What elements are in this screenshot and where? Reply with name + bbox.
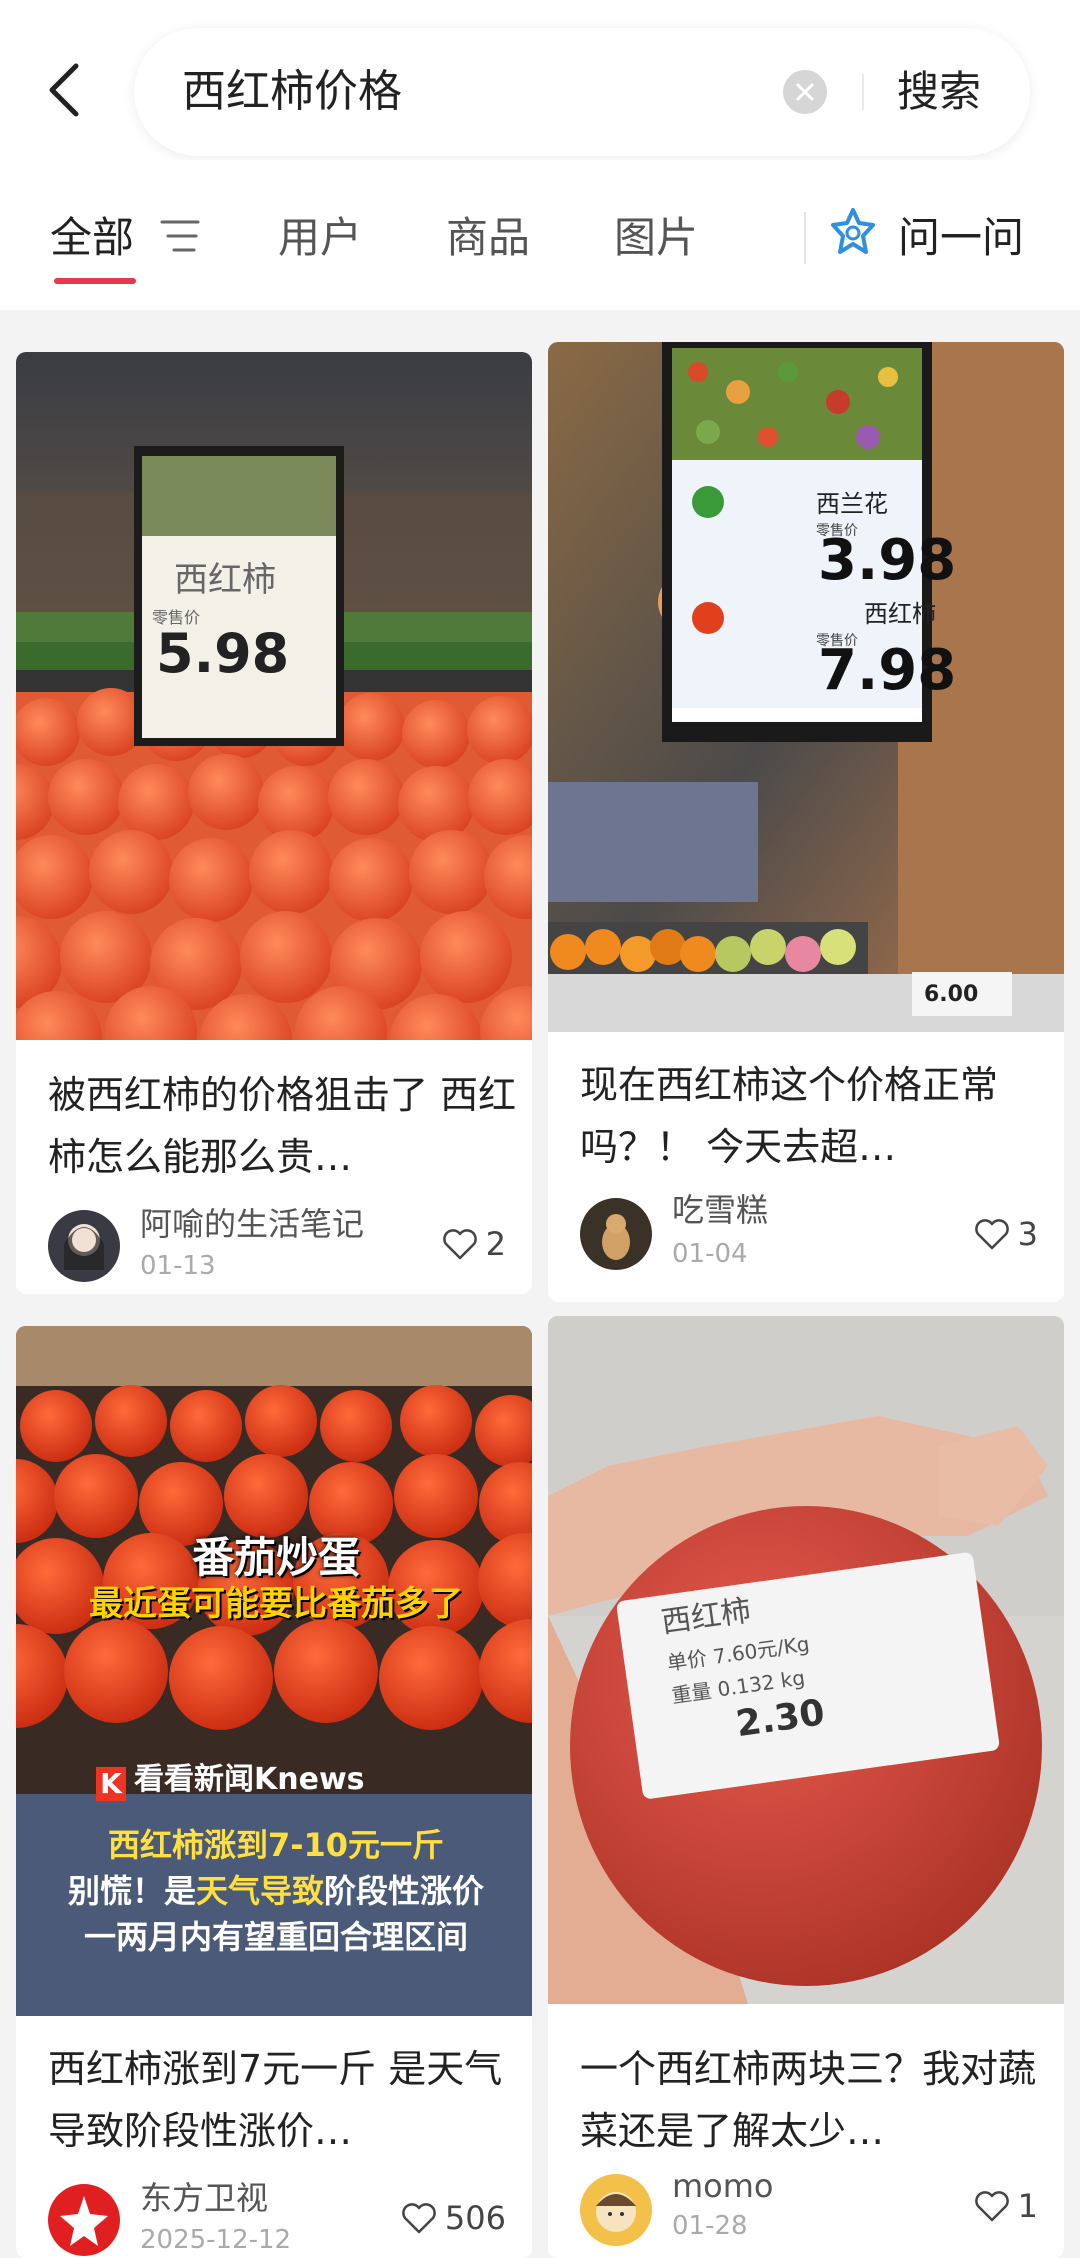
like-count: 1 xyxy=(1017,2187,1038,2225)
search-input[interactable]: 西红柿价格 搜索 xyxy=(134,28,1030,156)
heart-icon xyxy=(974,2191,1009,2222)
avatar[interactable] xyxy=(580,2174,652,2246)
search-query[interactable]: 西红柿价格 xyxy=(182,66,402,118)
filter-icon[interactable] xyxy=(160,218,200,254)
like-count: 506 xyxy=(444,2199,506,2237)
tab-users[interactable]: 用户 xyxy=(278,210,362,266)
note-cover-image[interactable]: 西红柿 零售价 5.98 xyxy=(16,352,532,1040)
note-cover-image[interactable]: 西红柿 单价 7.60元/Kg 重量 0.132 kg 2.30 xyxy=(548,1316,1064,2004)
sign-item-2: 西红柿 xyxy=(864,600,936,628)
heart-icon xyxy=(442,1229,477,1260)
note-title[interactable]: 一个西红柿两块三？我对蔬菜还是了解太少… xyxy=(580,2038,1050,2162)
note-cover-image[interactable]: 西兰花 零售价 3.98 西红柿 零售价 7.98 6.00 xyxy=(548,342,1064,1032)
like-button[interactable]: 3 xyxy=(974,1214,1038,1254)
chevron-left-icon xyxy=(49,63,79,117)
like-button[interactable]: 1 xyxy=(974,2186,1038,2226)
overlay-subheadline: 最近蛋可能要比番茄多了 xyxy=(89,1584,463,1624)
shelf-price-tag: 6.00 xyxy=(924,982,979,1007)
back-button[interactable] xyxy=(44,62,88,118)
overlay-line-1: 西红柿涨到7-10元一斤 xyxy=(107,1826,445,1864)
like-count: 2 xyxy=(485,1225,506,1263)
ask-ai-icon[interactable] xyxy=(828,206,878,260)
avatar[interactable] xyxy=(48,2184,120,2256)
sign-item-1: 西兰花 xyxy=(816,490,888,518)
post-date: 2025-12-12 xyxy=(140,2225,292,2255)
filter-tabs: 全部 用户 商品 图片 问一问 xyxy=(0,160,1080,310)
note-card[interactable]: 西兰花 零售价 3.98 西红柿 零售价 7.98 6.00 现在西红柿这个价格… xyxy=(548,342,1064,1302)
like-button[interactable]: 2 xyxy=(442,1224,506,1264)
post-date: 01-04 xyxy=(672,1239,748,1269)
sign-price-2: 7.98 xyxy=(818,638,957,703)
note-title[interactable]: 被西红柿的价格狙击了 西红柿怎么能那么贵… xyxy=(48,1064,518,1188)
news-brand-name: 看看新闻Knews xyxy=(134,1762,365,1797)
clear-search-button[interactable] xyxy=(783,70,827,114)
author-name[interactable]: 东方卫视 xyxy=(140,2178,268,2218)
price-label-sticker: 西红柿 单价 7.60元/Kg 重量 0.132 kg 2.30 xyxy=(658,1577,827,1753)
overlay-line-2: 别慌！是天气导致阶段性涨价 xyxy=(16,1866,532,1912)
note-card[interactable]: 番茄炒蛋 最近蛋可能要比番茄多了 K 看看新闻Knews 西红柿涨到7-10元一斤… xyxy=(16,1326,532,2258)
knews-logo-icon: K xyxy=(96,1767,126,1801)
note-card[interactable]: 西红柿 单价 7.60元/Kg 重量 0.132 kg 2.30 一个西红柿两块… xyxy=(548,1316,1064,2258)
avatar[interactable] xyxy=(580,1198,652,1270)
author-name[interactable]: 阿喻的生活笔记 xyxy=(140,1204,364,1244)
sign-product-name: 西红柿 xyxy=(174,560,276,600)
active-tab-indicator xyxy=(54,278,136,284)
tab-all[interactable]: 全部 xyxy=(50,210,134,266)
author-name[interactable]: 吃雪糕 xyxy=(672,1190,768,1230)
tab-products[interactable]: 商品 xyxy=(446,210,530,266)
tab-images[interactable]: 图片 xyxy=(614,210,698,266)
overlay-line-2c: 阶段性涨价 xyxy=(324,1872,485,1910)
note-title[interactable]: 现在西红柿这个价格正常吗？！ 今天去超… xyxy=(580,1054,1050,1178)
overlay-line-2a: 别慌！是 xyxy=(67,1872,196,1910)
like-button[interactable]: 506 xyxy=(401,2198,506,2238)
heart-icon xyxy=(402,2203,436,2234)
ask-button[interactable]: 问一问 xyxy=(898,210,1024,266)
top-bar: 西红柿价格 搜索 xyxy=(0,0,1080,160)
note-cover-image[interactable]: 番茄炒蛋 最近蛋可能要比番茄多了 K 看看新闻Knews 西红柿涨到7-10元一斤… xyxy=(16,1326,532,2016)
avatar[interactable] xyxy=(48,1210,120,1282)
heart-icon xyxy=(974,1219,1009,1250)
sign-price: 5.98 xyxy=(156,622,290,685)
author-name[interactable]: momo xyxy=(672,2166,774,2206)
overlay-line-3: 一两月内有望重回合理区间 xyxy=(83,1918,468,1956)
note-title[interactable]: 西红柿涨到7元一斤 是天气导致阶段性涨价… xyxy=(48,2038,518,2162)
post-date: 01-13 xyxy=(140,1251,216,1281)
overlay-line-2b: 天气导致 xyxy=(195,1872,324,1910)
note-card[interactable]: 西红柿 零售价 5.98 被西红柿的价格狙击了 西红柿怎么能那么贵… 阿喻的生活… xyxy=(16,352,532,1294)
search-button[interactable]: 搜索 xyxy=(897,64,981,120)
close-icon xyxy=(796,83,814,101)
news-brand-logo: K 看看新闻Knews xyxy=(96,1754,365,1801)
divider xyxy=(862,74,864,110)
like-count: 3 xyxy=(1017,1215,1038,1253)
post-date: 01-28 xyxy=(672,2211,748,2241)
sign-price-1: 3.98 xyxy=(818,528,957,593)
tab-divider xyxy=(804,212,806,264)
